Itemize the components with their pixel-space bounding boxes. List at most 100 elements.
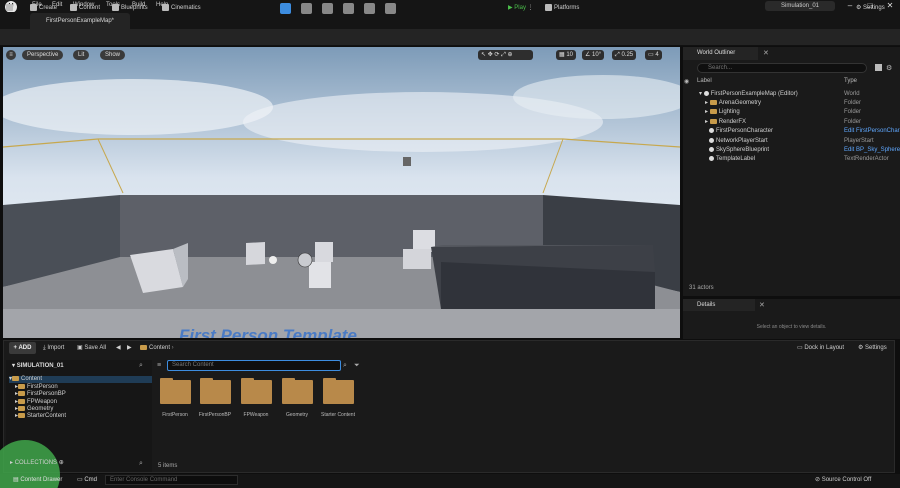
sky-sphere-icon [709, 146, 714, 152]
rotation-snap[interactable]: ∠ 10° [582, 50, 605, 60]
console-input[interactable]: Enter Console Command [105, 475, 238, 485]
outliner-row[interactable]: FirstPersonCharacter Edit FirstPersonChar… [683, 127, 900, 136]
outliner-row[interactable]: NetworkPlayerStart PlayerStart [683, 137, 900, 146]
label-column-header[interactable]: Label [697, 78, 712, 84]
sources-root-header[interactable]: ▾ SIMULATION_01 [12, 362, 64, 369]
folder-icon [18, 406, 26, 411]
folder-label: Starter Content [321, 412, 355, 418]
edit-character-link[interactable]: Edit FirstPersonCharacter [844, 127, 900, 136]
level-viewport[interactable]: First Person Template [3, 47, 680, 338]
folder-label: Geometry [286, 412, 308, 418]
scale-snap[interactable]: ⤢ 0.25 [612, 50, 637, 60]
cb-settings-button[interactable]: ⚙ Settings [858, 342, 887, 355]
source-control-icon: ⊘ [815, 477, 822, 483]
outliner-row[interactable]: SkySphereBlueprint Edit BP_Sky_Sphere [683, 146, 900, 155]
details-empty-message: Select an object to view details. [756, 324, 827, 330]
blueprints-button[interactable]: Blueprints [112, 3, 148, 14]
tab-world-outliner[interactable]: World Outliner [683, 47, 758, 60]
grid-snap[interactable]: ▦ 10 [556, 50, 577, 60]
filter-icon[interactable]: ⏷ [354, 362, 360, 370]
outliner-close-icon[interactable]: ✕ [763, 49, 769, 57]
viewport-menu-icon[interactable]: ≡ [6, 50, 16, 60]
save-all-button[interactable]: ▣ Save All [77, 342, 106, 355]
folder-label: FirstPerson [162, 412, 188, 418]
content-button[interactable]: Content [70, 3, 100, 14]
save-icon[interactable] [6, 3, 15, 14]
folder-tile-firstperson[interactable] [160, 378, 191, 404]
history-back-icon[interactable]: ◀ [116, 342, 121, 355]
outliner-row[interactable]: ▸ Lighting Folder [683, 108, 900, 117]
add-collection-icon[interactable]: ⊕ [57, 460, 64, 466]
platforms-button[interactable]: Platforms [545, 3, 579, 14]
create-button[interactable]: Create [30, 3, 57, 14]
tree-item[interactable]: ▸ FirstPersonBP [9, 391, 152, 398]
outliner-row[interactable]: ▾ FirstPersonExampleMap (Editor) World [683, 90, 900, 99]
platforms-icon [545, 3, 552, 11]
fracture-mode-icon[interactable] [364, 3, 375, 14]
visibility-icon: ◉ [684, 79, 690, 85]
details-close-icon[interactable]: ✕ [759, 301, 765, 309]
tab-map[interactable]: FirstPersonExampleMap* [30, 13, 130, 29]
tab-details[interactable]: Details [683, 299, 755, 311]
import-button[interactable]: ⤓ Import [43, 342, 64, 355]
folder-icon [18, 391, 26, 396]
gear-icon: ⚙ [856, 5, 864, 11]
collections-search-icon[interactable]: ⌕ [139, 460, 143, 468]
outliner-row[interactable]: ▸ RenderFX Folder [683, 118, 900, 127]
cmd-selector[interactable]: ▭ Cmd [77, 476, 97, 483]
search-icon[interactable]: ⌕ [139, 362, 143, 370]
tab-bar [0, 12, 900, 29]
cinematics-button[interactable]: Cinematics [162, 3, 201, 14]
world-icon [703, 90, 709, 96]
outliner-row[interactable]: ▸ ArenaGeometry Folder [683, 99, 900, 108]
settings-button[interactable]: ⚙ Settings [856, 3, 885, 14]
modeling-mode-icon[interactable] [385, 3, 396, 14]
chevron-right-icon: ▸ [705, 109, 710, 115]
outliner-settings-icon[interactable]: ⚙ [886, 64, 892, 72]
content-icon [70, 3, 77, 11]
outliner-row[interactable]: TemplateLabel TextRenderActor [683, 155, 900, 164]
play-button[interactable]: ▶ Play ⋮ [508, 3, 534, 14]
folder-icon [709, 118, 717, 124]
item-count: 5 items [158, 463, 178, 469]
perspective-button[interactable]: Perspective [22, 50, 64, 60]
history-forward-icon[interactable]: ▶ [127, 342, 132, 355]
add-folder-icon[interactable] [875, 64, 882, 71]
blueprint-icon [112, 3, 119, 11]
folder-tile-fpweapon[interactable] [241, 378, 272, 404]
source-control-status[interactable]: ⊘ Source Control Off [815, 476, 871, 483]
tree-item[interactable]: ▸ Geometry [9, 406, 152, 413]
transform-tools[interactable]: ↖ ✥ ⟳ ⤢ ⊕ [478, 50, 533, 60]
landscape-mode-icon[interactable] [301, 3, 312, 14]
dock-in-layout-button[interactable]: ▭ Dock in Layout [797, 342, 844, 355]
collections-header[interactable]: ▸ COLLECTIONS ⊕ [10, 459, 64, 466]
mesh-paint-mode-icon[interactable] [343, 3, 354, 14]
content-drawer-button[interactable]: ▤ Content Drawer [13, 476, 62, 483]
tree-item[interactable]: ▸ StarterContent [9, 413, 152, 420]
tree-item[interactable]: ▸ FPWeapon [9, 399, 152, 406]
select-mode-icon[interactable] [280, 3, 291, 14]
breadcrumb[interactable]: Content › [140, 342, 174, 355]
tree-item-content[interactable]: ▾ Content [9, 376, 152, 383]
folder-tile-firstpersonbp[interactable] [200, 378, 231, 404]
template-label: First Person Template [179, 326, 357, 338]
edit-sky-sphere-link[interactable]: Edit BP_Sky_Sphere [844, 146, 900, 155]
save-search-icon[interactable]: ⌕ [343, 362, 347, 370]
add-button[interactable]: + ADD [9, 342, 36, 354]
tree-item[interactable]: ▸ FirstPerson [9, 384, 152, 391]
folder-icon [140, 344, 147, 350]
folder-tile-startercontent[interactable] [323, 378, 354, 404]
content-search-input[interactable]: Search Content [167, 360, 341, 371]
main-toolbar [0, 29, 900, 46]
folder-icon [12, 376, 20, 381]
camera-speed[interactable]: ▭ 4 [645, 50, 662, 60]
outliner-search-input[interactable]: Search... [697, 63, 867, 73]
show-button[interactable]: Show [100, 50, 126, 60]
actor-count: 31 actors [689, 285, 714, 291]
filter-toggle-icon[interactable]: ≡ [157, 362, 161, 369]
foliage-mode-icon[interactable] [322, 3, 333, 14]
folder-tile-geometry[interactable] [282, 378, 313, 404]
type-column-header[interactable]: Type [844, 78, 857, 84]
lit-button[interactable]: Lit [73, 50, 90, 60]
gear-icon: ⚙ [858, 345, 866, 351]
